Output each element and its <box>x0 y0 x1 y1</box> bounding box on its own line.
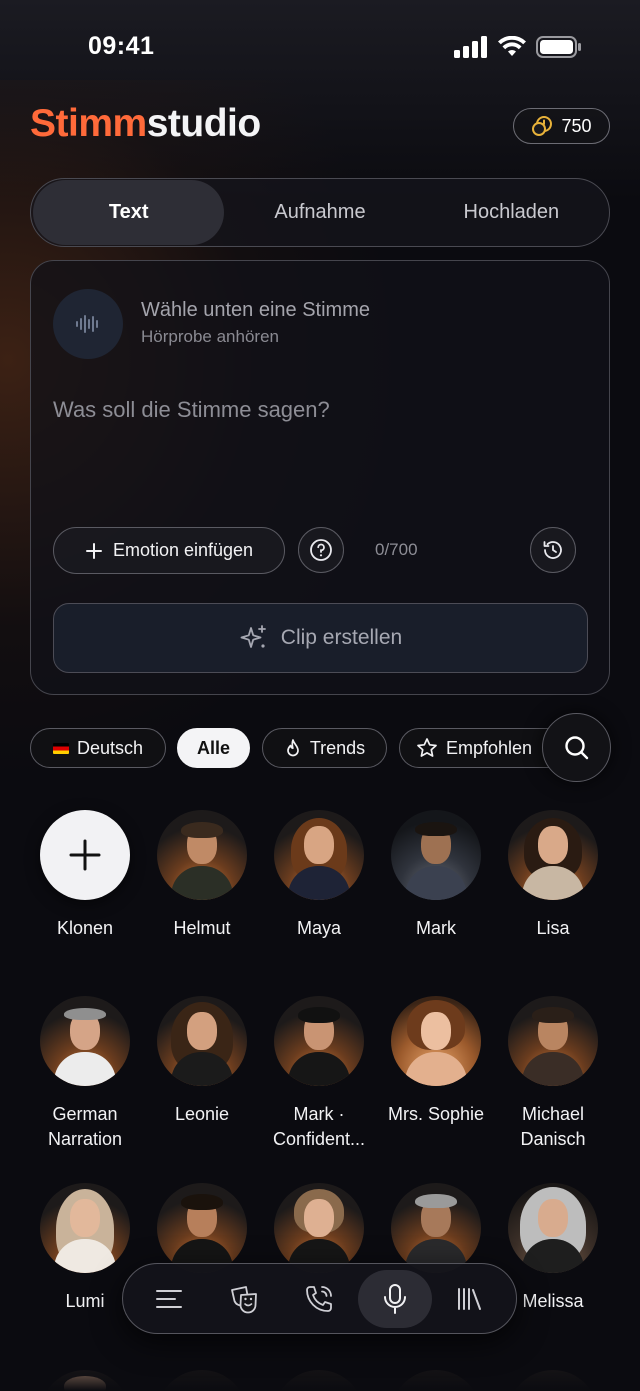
nav-library[interactable] <box>433 1270 507 1328</box>
insert-emotion-button[interactable]: Emotion einfügen <box>53 527 285 574</box>
selected-voice-avatar[interactable] <box>53 289 123 359</box>
chip-trends[interactable]: Trends <box>262 728 387 768</box>
history-icon <box>543 541 562 559</box>
script-input[interactable] <box>53 397 583 507</box>
voice-avatar <box>508 810 598 900</box>
german-flag-icon <box>52 742 69 754</box>
battery-icon <box>536 36 581 58</box>
plus-icon <box>85 542 102 559</box>
menu-lines-icon <box>155 1289 182 1308</box>
app-logo: Stimmstudio <box>30 102 261 145</box>
phone-call-icon <box>306 1285 333 1312</box>
voice-name: Mrs. Sophie <box>387 1104 485 1124</box>
chip-alle[interactable]: Alle <box>177 728 250 768</box>
voice-avatar <box>40 996 130 1086</box>
history-button[interactable] <box>530 527 576 573</box>
credits-badge[interactable]: 750 <box>513 108 610 144</box>
question-icon <box>310 539 332 561</box>
voice-card[interactable]: Mark <box>375 810 497 941</box>
microphone-icon <box>383 1283 406 1314</box>
bottom-navigation <box>122 1263 517 1334</box>
voice-avatar <box>274 1183 364 1273</box>
voice-avatar <box>274 810 364 900</box>
voice-name: Michael Danisch <box>520 1104 586 1149</box>
nav-calls[interactable] <box>282 1270 356 1328</box>
insert-emotion-label: Emotion einfügen <box>112 540 254 560</box>
voice-avatar <box>391 996 481 1086</box>
mode-tabs: Text Aufnahme Hochladen <box>30 178 610 247</box>
voice-avatar <box>391 1183 481 1273</box>
voice-prompt-subtitle: Hörprobe anhören <box>141 327 279 346</box>
credits-value: 750 <box>561 115 592 136</box>
nav-menu[interactable] <box>132 1270 206 1328</box>
voice-name: German Narration <box>47 1104 123 1149</box>
voice-card-clone[interactable]: Klonen <box>24 810 146 941</box>
voice-avatar <box>157 996 247 1086</box>
theater-masks-icon <box>231 1285 257 1313</box>
voice-card[interactable]: Michael Danisch <box>492 996 614 1152</box>
voice-name: Klonen <box>56 918 114 938</box>
status-time: 09:41 <box>88 32 155 60</box>
voice-card[interactable]: Lisa <box>492 810 614 941</box>
voice-avatar <box>508 996 598 1086</box>
voice-avatar <box>157 810 247 900</box>
tab-hochladen[interactable]: Hochladen <box>416 180 607 245</box>
flame-icon <box>286 739 299 757</box>
app-header: Stimmstudio 750 <box>30 100 610 152</box>
voice-name: Mark · Confident... <box>272 1104 366 1149</box>
tab-aufnahme[interactable]: Aufnahme <box>224 180 415 245</box>
create-clip-label: Clip erstellen <box>280 626 403 649</box>
nav-voice-styles[interactable] <box>207 1270 281 1328</box>
text-editor-card: Wähle unten eine Stimme Hörprobe anhören… <box>30 260 610 695</box>
voice-card[interactable]: Leonie <box>141 996 263 1127</box>
coins-icon <box>532 116 553 136</box>
help-button[interactable] <box>298 527 344 573</box>
voice-card[interactable]: German Narration <box>24 996 146 1152</box>
star-icon <box>417 738 437 757</box>
create-clip-button[interactable]: Clip erstellen <box>53 603 588 673</box>
voice-card[interactable]: Mrs. Sophie <box>375 996 497 1127</box>
voice-prompt-title: Wähle unten eine Stimme <box>141 299 371 321</box>
character-counter: 0/700 <box>375 540 418 559</box>
voice-card[interactable]: Mark · Confident... <box>258 996 380 1152</box>
waveform-icon <box>76 315 98 333</box>
tab-text[interactable]: Text <box>33 180 225 245</box>
status-icons <box>454 36 582 58</box>
chip-deutsch[interactable]: Deutsch <box>30 728 166 768</box>
voice-name: Mark <box>416 918 456 938</box>
search-icon <box>564 735 588 759</box>
nav-microphone[interactable] <box>357 1269 432 1328</box>
clone-voice-button[interactable] <box>40 810 130 900</box>
search-button[interactable] <box>542 713 611 782</box>
voice-avatar <box>40 1183 130 1273</box>
plus-icon <box>69 839 101 871</box>
voice-card[interactable]: Maya <box>258 810 380 941</box>
status-bar: 09:41 <box>0 0 640 96</box>
sparkles-icon <box>240 625 266 648</box>
voice-avatar <box>391 810 481 900</box>
voice-name: Helmut <box>173 918 231 938</box>
voice-name: Lisa <box>536 918 570 938</box>
wifi-icon <box>498 36 526 56</box>
cellular-signal-icon <box>454 36 487 58</box>
voice-avatar <box>274 996 364 1086</box>
voice-name: Maya <box>296 918 341 938</box>
library-icon <box>458 1287 482 1310</box>
voice-avatar <box>508 1183 598 1273</box>
voice-avatar <box>157 1183 247 1273</box>
voice-name: Leonie <box>174 1104 230 1124</box>
voice-card[interactable]: Helmut <box>141 810 263 941</box>
